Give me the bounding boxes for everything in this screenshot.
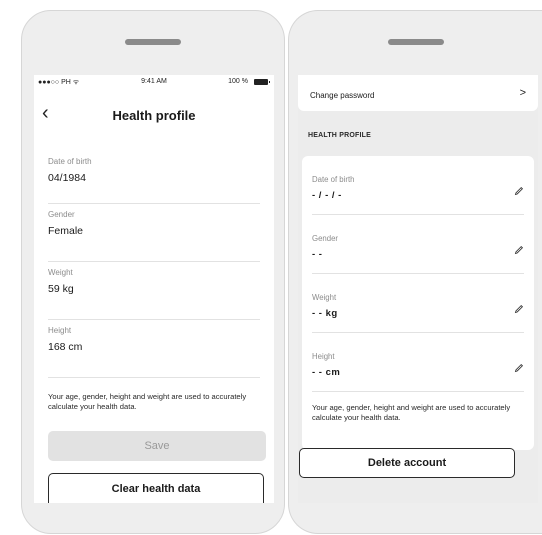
battery-icon [254,79,270,85]
phone-frame-left: ●●●○○ PH ᯤ 9:41 AM 100 % ‹ Health profil… [21,10,285,534]
field-value: 59 kg [48,283,74,295]
pencil-icon[interactable] [514,304,524,314]
field-label: Date of birth [312,175,355,184]
field-weight[interactable]: Weight - - kg [312,274,524,333]
field-label: Weight [48,268,73,277]
phone-frame-right: Change password > HEALTH PROFILE Date of… [288,10,542,534]
speaker-grille [387,39,444,45]
field-gender[interactable]: Gender - - [312,215,524,274]
field-height[interactable]: Height 168 cm [48,320,260,378]
field-label: Weight [312,293,337,302]
field-weight[interactable]: Weight 59 kg [48,262,260,320]
field-date-of-birth[interactable]: Date of birth 04/1984 [48,151,260,204]
field-date-of-birth[interactable]: Date of birth - / - / - [312,156,524,215]
battery-percent: 100 % [228,78,248,85]
account-settings-screen: Change password > HEALTH PROFILE Date of… [298,75,538,503]
field-value: - - kg [312,308,338,319]
speaker-grille [125,39,181,45]
field-value: - / - / - [312,190,342,201]
field-value: Female [48,225,84,237]
field-gender[interactable]: Gender Female [48,204,260,262]
field-label: Gender [48,210,75,219]
section-title-health-profile: HEALTH PROFILE [308,132,371,139]
field-label: Gender [312,234,339,243]
page-title: Health profile [112,108,196,123]
field-value: 168 cm [48,341,83,353]
pencil-icon[interactable] [514,245,524,255]
field-value: - - cm [312,367,341,378]
nav-bar: ‹ Health profile [34,89,274,139]
field-label: Height [312,352,335,361]
field-label: Height [48,326,72,335]
delete-account-button[interactable]: Delete account [299,448,515,478]
change-password-row[interactable]: Change password > [298,75,538,111]
save-button[interactable]: Save [48,431,266,461]
health-profile-card: Date of birth - / - / - Gender - - Weigh… [302,156,534,450]
field-label: Date of birth [48,157,92,166]
health-data-note: Your age, gender, height and weight are … [312,403,511,422]
health-data-note: Your age, gender, height and weight are … [48,392,247,411]
field-value: 04/1984 [48,172,86,184]
health-profile-screen: ●●●○○ PH ᯤ 9:41 AM 100 % ‹ Health profil… [34,75,274,503]
chevron-right-icon: > [519,87,526,99]
pencil-icon[interactable] [514,186,524,196]
status-bar: ●●●○○ PH ᯤ 9:41 AM 100 % [34,75,274,89]
field-value: - - [312,249,323,260]
field-height[interactable]: Height - - cm [312,333,524,392]
clear-health-data-button[interactable]: Clear health data [48,473,264,503]
pencil-icon[interactable] [514,363,524,373]
change-password-label: Change password [310,91,375,100]
